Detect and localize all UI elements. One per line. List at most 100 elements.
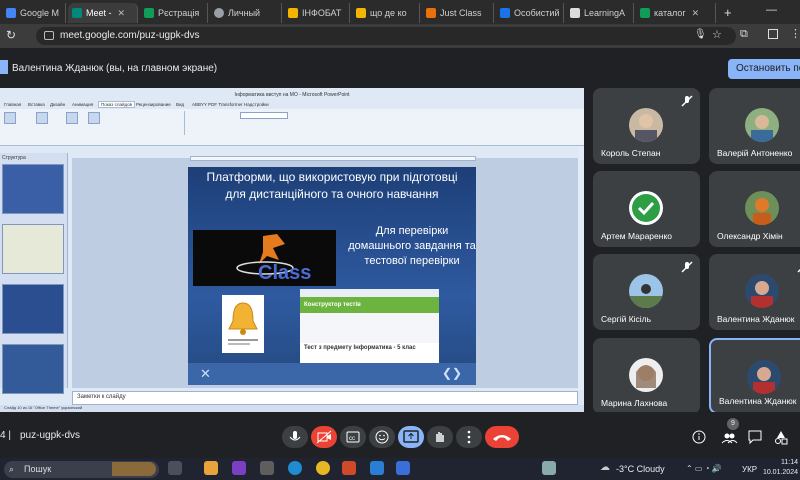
mic-off-icon <box>680 260 694 274</box>
tray-icons[interactable]: ⌃ ▭ ◔ 🔊 <box>686 464 722 473</box>
ppt-tab[interactable]: Вид <box>176 102 184 107</box>
participant-tile[interactable]: Валентина Жданюк <box>709 254 800 330</box>
ppt-tab[interactable]: Надстройки <box>244 102 269 107</box>
ppt-tab[interactable]: Анимация <box>72 102 93 107</box>
ppt-ribbon-tabs: Главная Вставка Дизайн Анимация Показ сл… <box>0 100 584 109</box>
clock-time[interactable]: 11:14 <box>764 459 798 466</box>
participant-tile[interactable]: Олександр Хімін <box>709 171 800 247</box>
present-screen-icon <box>403 430 419 443</box>
ribbon-icon[interactable] <box>4 112 16 124</box>
camera-off-icon <box>316 430 332 444</box>
file-explorer-icon[interactable] <box>204 461 218 475</box>
url-field[interactable]: meet.google.com/puz-ugpk-dvs <box>36 27 736 45</box>
activities-button[interactable] <box>770 426 792 448</box>
info-button[interactable] <box>688 426 710 448</box>
app-icon[interactable] <box>542 461 556 475</box>
browser-tab[interactable]: Личный <box>210 3 282 23</box>
participants-button[interactable] <box>718 426 740 448</box>
ppt-scrollbar[interactable] <box>578 146 584 390</box>
avatar <box>629 274 663 308</box>
avatar <box>629 108 663 142</box>
side-panel-icon[interactable] <box>768 29 778 39</box>
captions-button[interactable]: cc <box>340 426 366 448</box>
participant-tile[interactable]: Король Степан <box>593 88 700 164</box>
ppt-tab[interactable]: ABBYY PDF Transformer <box>192 102 243 107</box>
more-options-button[interactable] <box>456 426 482 448</box>
thumbs-tab-label[interactable]: Структура <box>2 155 26 161</box>
slide-thumbnail[interactable] <box>2 284 64 334</box>
store-icon[interactable] <box>370 461 384 475</box>
clock-date[interactable]: 10.01.2024 <box>760 469 798 476</box>
bell-logo-image <box>222 295 264 353</box>
bookmark-star-icon[interactable]: ☆ <box>712 28 722 41</box>
meeting-code: puz-ugpk-dvs <box>20 430 81 441</box>
browser-tab[interactable]: LearningA <box>566 3 634 23</box>
avatar <box>745 108 779 142</box>
chrome-icon[interactable] <box>316 461 330 475</box>
language-indicator[interactable]: УКР <box>742 465 757 474</box>
participant-tile-self[interactable]: Валентина Жданюк <box>709 338 800 414</box>
browser-tab[interactable]: Google М <box>2 3 66 23</box>
slide-thumbnail[interactable] <box>2 164 64 214</box>
ribbon-icon[interactable] <box>36 112 48 124</box>
browser-tab[interactable]: каталог ✕ <box>636 3 716 23</box>
extensions-icon[interactable]: ⧉ <box>740 28 748 41</box>
svg-text:cc: cc <box>349 436 355 442</box>
participant-tile[interactable]: Валерій Антоненко <box>709 88 800 164</box>
close-tab-icon[interactable]: ✕ <box>118 8 126 19</box>
camera-off-button[interactable] <box>311 426 337 448</box>
ppt-tab[interactable]: Главная <box>4 102 21 107</box>
slide-thumbnail[interactable] <box>2 344 64 394</box>
word-icon[interactable] <box>396 461 410 475</box>
avatar <box>747 360 781 394</box>
browser-tab[interactable]: ІНФОБАТ <box>284 3 350 23</box>
microphone-button[interactable] <box>282 426 308 448</box>
browser-tab[interactable]: Just Class <box>422 3 494 23</box>
slide-notes[interactable]: Заметки к слайду <box>72 391 578 405</box>
raise-hand-button[interactable] <box>427 426 453 448</box>
participant-tile[interactable]: Марина Лахнова <box>593 338 700 414</box>
reload-icon[interactable]: ↻ <box>6 28 16 42</box>
participant-tile[interactable]: Артем Мараренко <box>593 171 700 247</box>
chat-button[interactable] <box>744 426 766 448</box>
browser-tab[interactable]: Особистий <box>496 3 564 23</box>
avatar <box>745 274 779 308</box>
participant-tile[interactable]: Сергій Кісіль <box>593 254 700 330</box>
ppt-tab[interactable]: Дизайн <box>50 102 65 107</box>
ribbon-dropdown[interactable] <box>240 112 288 119</box>
site-info-icon[interactable] <box>44 31 54 40</box>
meet-favicon-icon <box>72 8 82 18</box>
powerpoint-icon[interactable] <box>342 461 356 475</box>
mic-off-icon <box>796 260 800 274</box>
browser-tab[interactable]: Рєстрація <box>140 3 208 23</box>
app-icon[interactable] <box>260 461 274 475</box>
participant-count-badge: 9 <box>727 418 739 430</box>
stop-presenting-button[interactable]: Остановить показ <box>728 59 800 79</box>
close-tab-icon[interactable]: ✕ <box>692 8 700 19</box>
horizontal-ruler <box>190 156 476 161</box>
captions-icon: cc <box>346 431 360 443</box>
ribbon-icon[interactable] <box>66 112 78 124</box>
microphone-icon[interactable]: 🎙 <box>694 29 707 40</box>
menu-dots-icon[interactable]: ⋮ <box>790 27 800 40</box>
slide-thumbnail[interactable] <box>2 224 64 274</box>
test-header: Конструктор тестів <box>300 297 439 313</box>
task-view-icon[interactable] <box>168 461 182 475</box>
ppt-tab-active[interactable]: Показ слайдов <box>98 101 135 108</box>
leave-call-button[interactable] <box>485 426 519 448</box>
window-controls[interactable]: — <box>766 4 777 16</box>
participant-name: Король Степан <box>601 148 661 158</box>
edge-icon[interactable] <box>288 461 302 475</box>
ribbon-icon[interactable] <box>88 112 100 124</box>
slide-footer-bar <box>188 363 476 385</box>
present-button[interactable] <box>398 426 424 448</box>
ppt-tab[interactable]: Вставка <box>28 102 45 107</box>
emoji-button[interactable] <box>369 426 395 448</box>
browser-tab[interactable]: що де ко <box>352 3 420 23</box>
browser-tab-active[interactable]: Meet - ✕ <box>68 3 138 23</box>
globe-favicon-icon <box>214 8 224 18</box>
weather-text[interactable]: -3°C Cloudy <box>616 464 665 474</box>
app-icon[interactable] <box>232 461 246 475</box>
ppt-tab[interactable]: Рецензирование <box>136 102 171 107</box>
new-tab-icon[interactable]: + <box>724 5 732 20</box>
